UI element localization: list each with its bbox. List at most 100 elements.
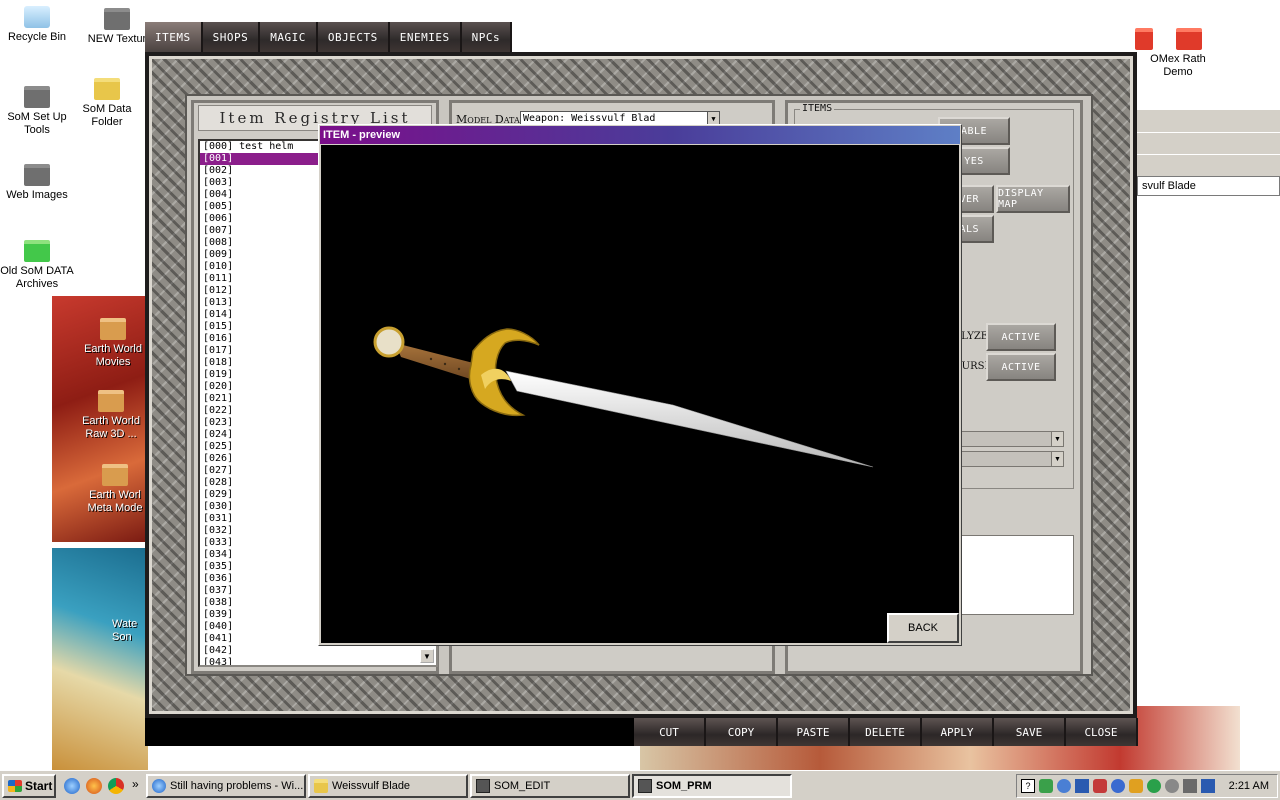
clock-icon[interactable]	[1165, 779, 1179, 793]
start-button[interactable]: Start	[2, 774, 56, 798]
folder-icon	[100, 318, 126, 340]
folder-icon	[102, 464, 128, 486]
folder-icon	[1176, 28, 1202, 50]
paste-button[interactable]: PASTE	[778, 718, 850, 746]
desktop-icon-label: Web Images	[6, 189, 68, 201]
updates-icon[interactable]	[1129, 779, 1143, 793]
menu-bar	[1137, 132, 1280, 154]
address-bar[interactable]: svulf Blade	[1137, 176, 1280, 196]
search-icon[interactable]	[1057, 779, 1071, 793]
som-app-icon	[476, 779, 490, 793]
display-icon[interactable]	[1201, 779, 1215, 793]
delete-button[interactable]: DELETE	[850, 718, 922, 746]
windows-logo-icon	[8, 780, 22, 792]
sword-model-icon	[373, 326, 874, 468]
model-data-value: Weapon: Weissvulf Blad	[523, 113, 656, 124]
task-label: Weissvulf Blade	[332, 780, 411, 792]
recycle-bin-icon	[24, 6, 50, 28]
window-titlebar	[1137, 110, 1280, 132]
tab-shops[interactable]: SHOPS	[202, 22, 261, 52]
tab-items[interactable]: ITEMS	[145, 22, 203, 52]
desktop-icon-label: Old SoM DATA Archives	[0, 265, 74, 290]
desktop-icon-recycle-bin[interactable]: Recycle Bin	[0, 6, 74, 44]
scroll-down-icon[interactable]: ▼	[420, 649, 434, 663]
apply-button[interactable]: APPLY	[922, 718, 994, 746]
analyze-active-button[interactable]: ACTIVE	[986, 323, 1056, 351]
internet-explorer-icon[interactable]	[64, 778, 80, 794]
tab-npcs[interactable]: NPCs	[461, 22, 513, 52]
item-preview-dialog: ITEM - preview BACK	[318, 124, 962, 646]
desktop-icon-label: Earth World Raw 3D ...	[82, 415, 140, 440]
desktop-icon-label: OMex Rath Demo	[1150, 53, 1206, 78]
task-label: SOM_PRM	[656, 780, 712, 792]
dialog-titlebar[interactable]: ITEM - preview	[320, 126, 960, 144]
quick-launch-overflow-icon[interactable]: »	[132, 777, 139, 791]
close-button[interactable]: CLOSE	[1066, 718, 1138, 746]
desktop-icon-som-data-folder[interactable]: SoM Data Folder	[70, 78, 144, 129]
folder-icon	[24, 240, 50, 262]
chevron-down-icon[interactable]: ▼	[1051, 432, 1063, 446]
monitor-icon[interactable]	[1075, 779, 1089, 793]
desktop-icon-som-setup-tools[interactable]: SoM Set Up Tools	[0, 86, 74, 137]
back-button[interactable]: BACK	[887, 613, 959, 643]
usb-icon[interactable]	[1183, 779, 1197, 793]
help-icon[interactable]: ?	[1021, 779, 1035, 793]
registry-row[interactable]: [042]	[200, 645, 436, 657]
explorer-window: svulf Blade	[1136, 110, 1280, 706]
bottom-toolbar: CUT COPY PASTE DELETE APPLY SAVE CLOSE	[634, 718, 1138, 746]
start-label: Start	[25, 779, 53, 793]
folder-shortcut-icon	[94, 78, 120, 100]
display-map-button[interactable]: DISPLAY MAP	[996, 185, 1070, 213]
save-button[interactable]: SAVE	[994, 718, 1066, 746]
chevron-down-icon[interactable]: ▼	[1051, 452, 1063, 466]
desktop-icon-earth-world-movies[interactable]: Earth World Movies	[76, 318, 150, 369]
desktop-icon-water-son[interactable]: Wate Son	[112, 618, 148, 644]
firefox-icon[interactable]	[86, 778, 102, 794]
folder-icon	[24, 164, 50, 186]
clock-time: 2:21 AM	[1228, 780, 1269, 792]
dialog-title: ITEM - preview	[323, 129, 401, 141]
desktop-icon-label: Recycle Bin	[7, 31, 67, 43]
desktop-icon-web-images[interactable]: Web Images	[0, 164, 74, 202]
desktop-icon-earth-world-meta-models[interactable]: Earth Worl Meta Mode	[82, 464, 148, 515]
folder-icon	[98, 390, 124, 412]
desktop-icon-old-som-data-archives[interactable]: Old SoM DATA Archives	[0, 240, 74, 291]
antivirus-icon[interactable]	[1147, 779, 1161, 793]
curse-active-button[interactable]: ACTIVE	[986, 353, 1056, 381]
desktop-icon-new-textures[interactable]: NEW Textur	[80, 8, 154, 46]
task-som-prm[interactable]: SOM_PRM	[632, 774, 792, 798]
toolbar	[1137, 154, 1280, 176]
desktop-icon-label: NEW Textur	[87, 33, 147, 45]
desktop-icon-omex-rath-demo[interactable]: OMex Rath Demo	[1136, 28, 1220, 79]
model-preview-viewport[interactable]	[321, 145, 959, 643]
desktop-icon-label: Earth Worl Meta Mode	[87, 489, 143, 514]
folder-icon	[24, 86, 50, 108]
tab-objects[interactable]: OBJECTS	[317, 22, 390, 52]
desktop-icon-label: SoM Data Folder	[82, 103, 132, 128]
internet-explorer-icon	[152, 779, 166, 793]
network-icon[interactable]	[1039, 779, 1053, 793]
desktop-icon-label: Earth World Movies	[84, 343, 142, 368]
task-browser[interactable]: Still having problems - Wi...	[146, 774, 306, 798]
desktop-icon-label: Wate Son	[112, 618, 138, 643]
desktop-icon-earth-world-raw-3d[interactable]: Earth World Raw 3D ...	[74, 390, 148, 441]
desktop-icon-label: SoM Set Up Tools	[7, 111, 67, 136]
task-folder[interactable]: Weissvulf Blade	[308, 774, 468, 798]
task-label: Still having problems - Wi...	[170, 780, 304, 792]
copy-button[interactable]: COPY	[706, 718, 778, 746]
tab-magic[interactable]: MAGIC	[260, 22, 318, 52]
chrome-icon[interactable]	[108, 778, 124, 794]
bluetooth-icon[interactable]	[1111, 779, 1125, 793]
registry-row[interactable]: [043]	[200, 657, 436, 665]
folder-icon	[104, 8, 130, 30]
status-strip	[145, 718, 634, 746]
wallpaper-image	[52, 548, 148, 770]
tab-enemies[interactable]: ENEMIES	[389, 22, 462, 52]
folder-icon	[314, 779, 328, 793]
task-som-edit[interactable]: SOM_EDIT	[470, 774, 630, 798]
som-app-icon	[638, 779, 652, 793]
security-icon[interactable]	[1093, 779, 1107, 793]
cut-button[interactable]: CUT	[634, 718, 706, 746]
taskbar: Start » Still having problems - Wi... We…	[0, 770, 1280, 800]
task-label: SOM_EDIT	[494, 780, 551, 792]
